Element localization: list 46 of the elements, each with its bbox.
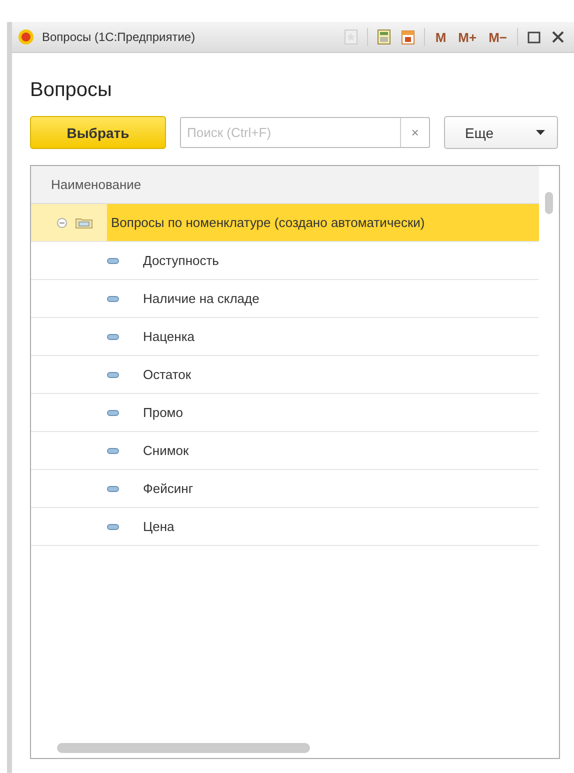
tree-row[interactable]: Промо: [31, 394, 539, 432]
item-name: Наценка: [143, 329, 195, 344]
maximize-icon[interactable]: [526, 29, 542, 45]
item-name: Фейсинг: [143, 481, 194, 496]
group-name: Вопросы по номенклатуре (создано автоматически): [107, 204, 539, 241]
search-field[interactable]: Поиск (Ctrl+F) ×: [180, 117, 430, 148]
form-title: Вопросы: [30, 79, 113, 102]
calculator-icon[interactable]: [376, 29, 392, 45]
tree-row[interactable]: Остаток: [31, 356, 539, 394]
item-icon: [107, 410, 119, 416]
tree-row[interactable]: Фейсинг: [31, 470, 539, 508]
close-icon[interactable]: [550, 29, 566, 45]
clear-button[interactable]: ×: [400, 118, 429, 147]
scrollbar-thumb[interactable]: [57, 743, 310, 753]
item-name: Наличие на складе: [143, 291, 260, 306]
memory-button[interactable]: M−: [486, 30, 509, 44]
tree-row[interactable]: Наценка: [31, 318, 539, 356]
more-button[interactable]: Еще: [444, 116, 558, 149]
item-icon: [107, 296, 119, 302]
choose-button[interactable]: Выбрать: [30, 116, 166, 149]
item-name: Снимок: [143, 443, 189, 458]
tree-row[interactable]: Цена: [31, 508, 539, 546]
folder-icon: [75, 216, 93, 228]
memory-button[interactable]: M+: [456, 30, 479, 44]
memory-button[interactable]: M: [433, 30, 448, 44]
collapse-icon[interactable]: [57, 218, 67, 228]
item-icon: [107, 448, 119, 454]
item-name: Цена: [143, 519, 174, 534]
caret-icon: [536, 130, 545, 135]
item-icon: [107, 258, 119, 264]
tree-row[interactable]: Снимок: [31, 432, 539, 470]
tree-row[interactable]: Наличие на складе: [31, 280, 539, 318]
item-icon: [107, 524, 119, 530]
item-icon: [107, 486, 119, 492]
scrollbar-thumb[interactable]: [545, 192, 553, 214]
item-icon: [107, 334, 119, 340]
tree-row[interactable]: Доступность: [31, 242, 539, 280]
item-name: Остаток: [143, 367, 192, 382]
logo-icon: [18, 29, 34, 45]
item-name: Промо: [143, 405, 183, 420]
item-name: Доступность: [143, 253, 219, 268]
window-title: Вопросы (1С:Предприятие): [42, 30, 196, 44]
item-icon: [107, 372, 119, 378]
calendar-icon[interactable]: [400, 29, 416, 45]
tree-row[interactable]: Вопросы по номенклатуре (создано автоматически): [31, 204, 539, 242]
column-header[interactable]: Наименование: [51, 177, 142, 192]
